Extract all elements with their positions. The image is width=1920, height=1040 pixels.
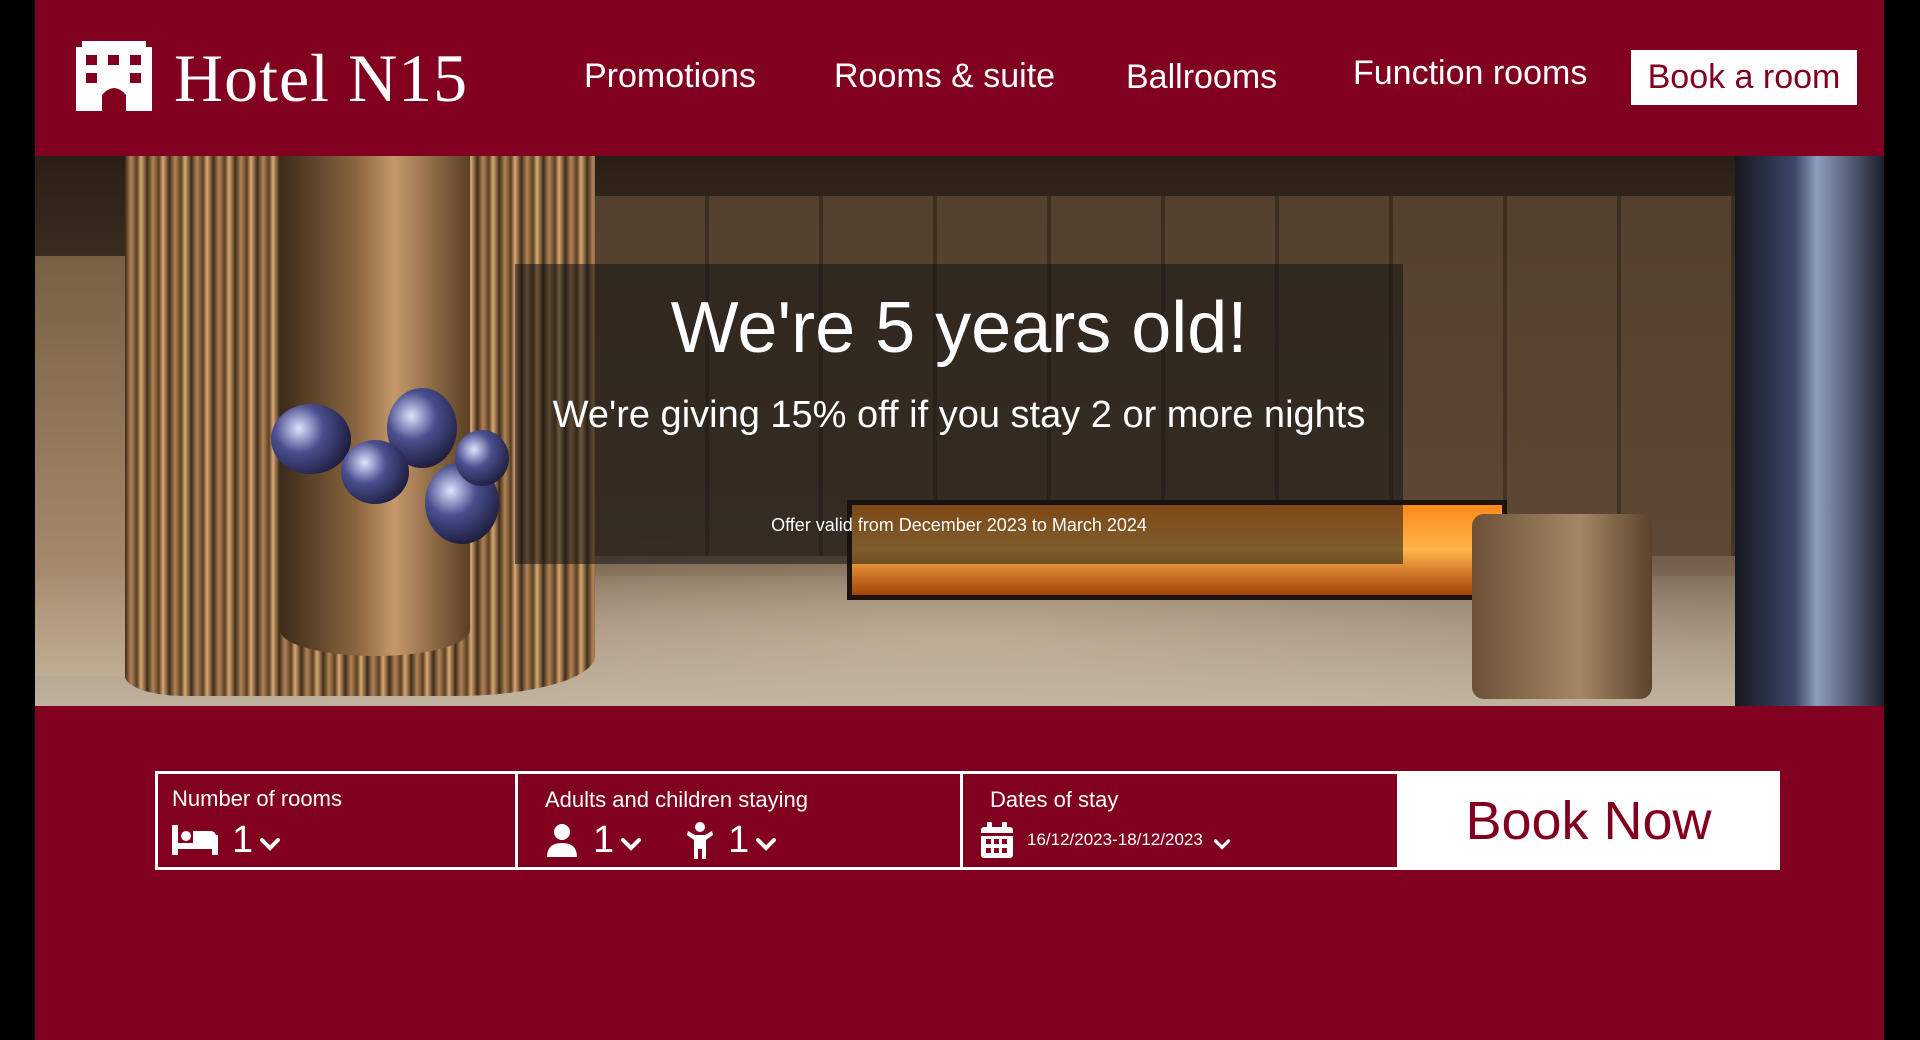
chevron-down-icon — [1213, 839, 1231, 850]
nav-ballrooms[interactable]: Ballrooms — [1126, 60, 1277, 94]
book-now-button[interactable]: Book Now — [1397, 771, 1780, 870]
guests-value-row: 1 1 — [545, 820, 777, 860]
nav-rooms-suite[interactable]: Rooms & suite — [834, 59, 1055, 93]
calendar-icon — [981, 822, 1013, 858]
chevron-down-icon[interactable] — [755, 837, 777, 853]
promo-overlay: We're 5 years old! We're giving 15% off … — [515, 264, 1403, 564]
adult-person-icon — [547, 824, 577, 857]
child-person-icon — [687, 822, 714, 859]
hero-image-counter — [1472, 514, 1652, 699]
promo-subtitle: We're giving 15% off if you stay 2 or mo… — [552, 394, 1366, 436]
rooms-label: Number of rooms — [172, 786, 342, 811]
brand-name: Hotel N15 — [174, 40, 469, 116]
hero-image-ornament — [455, 430, 509, 486]
page: Hotel N15 Promotions Rooms & suite Ballr… — [35, 0, 1884, 1040]
nav-promotions[interactable]: Promotions — [584, 59, 756, 93]
booking-bar: Number of rooms 1 Adults and children st… — [155, 771, 1780, 870]
promo-validity: Offer valid from December 2023 to March … — [771, 515, 1147, 535]
chevron-down-icon — [260, 838, 281, 851]
adults-value[interactable]: 1 — [593, 821, 614, 859]
bed-icon — [172, 825, 218, 855]
rooms-value: 1 — [232, 819, 254, 861]
hero-banner: We're 5 years old! We're giving 15% off … — [35, 156, 1884, 706]
nav-function-rooms[interactable]: Function rooms — [1353, 56, 1587, 90]
guests-selector[interactable]: Adults and children staying 1 1 — [515, 771, 963, 870]
children-value[interactable]: 1 — [728, 821, 749, 859]
dates-value-row: 16/12/2023-18/12/2023 — [981, 820, 1231, 860]
dates-selector[interactable]: Dates of stay 16/12/2023-18/12/2023 — [960, 771, 1400, 870]
dates-value: 16/12/2023-18/12/2023 — [1027, 830, 1203, 849]
brand-logo[interactable]: Hotel N15 — [76, 40, 468, 112]
promo-title: We're 5 years old! — [670, 288, 1248, 368]
hotel-building-icon — [76, 41, 152, 111]
hero-image-glass-panel — [1735, 156, 1884, 706]
chevron-down-icon[interactable] — [620, 837, 642, 853]
dates-label: Dates of stay — [990, 787, 1119, 812]
hero-image-ornament — [341, 440, 409, 504]
hero-image-ornament — [271, 404, 351, 474]
rooms-selector[interactable]: Number of rooms 1 — [155, 771, 518, 870]
rooms-value-row: 1 — [172, 820, 281, 860]
site-header: Hotel N15 Promotions Rooms & suite Ballr… — [35, 0, 1884, 156]
guests-label: Adults and children staying — [545, 787, 808, 812]
book-a-room-button[interactable]: Book a room — [1631, 50, 1857, 105]
